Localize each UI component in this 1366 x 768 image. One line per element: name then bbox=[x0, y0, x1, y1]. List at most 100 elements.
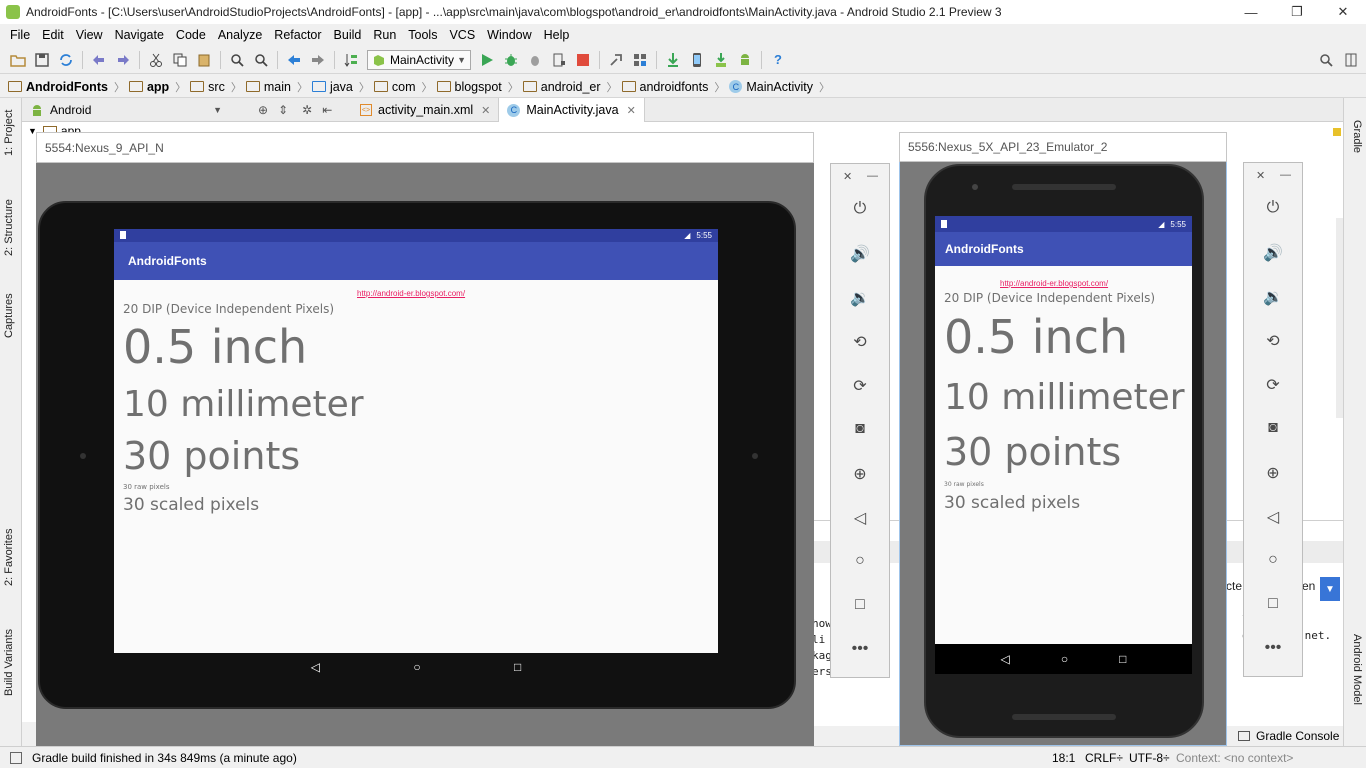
rotate-right-icon[interactable]: ⟳ bbox=[831, 376, 889, 396]
overview-icon[interactable]: □ bbox=[1244, 595, 1302, 613]
scroll-from-source-icon[interactable]: ⊕ bbox=[258, 103, 268, 117]
context-indicator[interactable]: Context: <no context> bbox=[1176, 751, 1293, 765]
menu-help[interactable]: Help bbox=[538, 28, 576, 42]
line-separator[interactable]: CRLF÷ bbox=[1085, 751, 1123, 765]
breadcrumb-item-main[interactable]: main 〉 bbox=[245, 79, 308, 95]
menu-build[interactable]: Build bbox=[328, 28, 368, 42]
menu-vcs[interactable]: VCS bbox=[443, 28, 481, 42]
breadcrumb-item-src[interactable]: src 〉 bbox=[190, 79, 242, 95]
overview-icon[interactable]: □ bbox=[514, 660, 521, 674]
menu-window[interactable]: Window bbox=[481, 28, 537, 42]
power-icon[interactable]: ⏻ bbox=[831, 200, 889, 218]
blog-link[interactable]: http://android-er.blogspot.com/ bbox=[1000, 279, 1108, 288]
run-icon[interactable] bbox=[478, 51, 496, 69]
tab-build-variants[interactable]: Build Variants bbox=[3, 629, 15, 696]
back-icon[interactable] bbox=[285, 51, 303, 69]
split-icon[interactable] bbox=[1342, 51, 1360, 69]
chevron-down-icon[interactable]: ▼ bbox=[1320, 577, 1340, 601]
rotate-left-icon[interactable]: ⟲ bbox=[1244, 331, 1302, 351]
breadcrumb-item-mainactivity[interactable]: C MainActivity 〉 bbox=[729, 79, 830, 95]
volume-up-icon[interactable]: 🔊 bbox=[1244, 243, 1302, 263]
breadcrumb-item-androidfonts[interactable]: AndroidFonts 〉 bbox=[8, 79, 125, 95]
open-icon[interactable] bbox=[9, 51, 27, 69]
blog-link[interactable]: http://android-er.blogspot.com/ bbox=[357, 289, 465, 298]
rotate-left-icon[interactable]: ⟲ bbox=[831, 332, 889, 352]
minimize-icon[interactable]: — bbox=[1280, 169, 1291, 181]
menu-file[interactable]: File bbox=[4, 28, 36, 42]
menu-view[interactable]: View bbox=[70, 28, 109, 42]
help-icon[interactable]: ? bbox=[769, 51, 787, 69]
menu-analyze[interactable]: Analyze bbox=[212, 28, 268, 42]
overview-icon[interactable]: □ bbox=[1119, 652, 1126, 666]
device-screen[interactable]: ◢ 5:55 AndroidFonts http://android-er.bl… bbox=[935, 216, 1192, 644]
paste-icon[interactable] bbox=[195, 51, 213, 69]
tab-android-model[interactable]: Android Model bbox=[1351, 634, 1363, 705]
debug-icon[interactable] bbox=[502, 51, 520, 69]
camera-icon[interactable]: ◙ bbox=[831, 420, 889, 438]
run-configuration-select[interactable]: MainActivity ▼ bbox=[367, 49, 471, 70]
cut-icon[interactable] bbox=[147, 51, 165, 69]
editor-scrollbar[interactable] bbox=[1336, 218, 1343, 418]
tab-gradle[interactable]: Gradle bbox=[1351, 120, 1363, 153]
make-project-icon[interactable] bbox=[342, 51, 360, 69]
emulator-window-title[interactable]: 5554:Nexus_9_API_N bbox=[36, 132, 814, 163]
tab-mainactivity-java[interactable]: C MainActivity.java ✕ bbox=[499, 98, 645, 122]
tab-project[interactable]: 1: Project bbox=[3, 110, 15, 156]
back-icon[interactable]: ◁ bbox=[1001, 652, 1010, 666]
search-everywhere-icon[interactable] bbox=[1317, 51, 1335, 69]
forward-icon[interactable] bbox=[309, 51, 327, 69]
project-structure-icon[interactable] bbox=[607, 51, 625, 69]
tab-activity-main-xml[interactable]: <> activity_main.xml ✕ bbox=[352, 98, 500, 122]
more-icon[interactable]: ••• bbox=[831, 640, 889, 658]
gradle-console-button[interactable]: Gradle Console bbox=[1226, 726, 1343, 746]
close-button[interactable]: ✕ bbox=[1320, 0, 1366, 24]
apply-changes-icon[interactable] bbox=[550, 51, 568, 69]
device-screen[interactable]: ◢ 5:55 AndroidFonts http://android-er.bl… bbox=[114, 229, 718, 653]
emulator-window-title[interactable]: 5556:Nexus_5X_API_23_Emulator_2 bbox=[899, 132, 1227, 162]
zoom-icon[interactable]: ⊕ bbox=[1244, 463, 1302, 483]
breadcrumb-item-java[interactable]: java 〉 bbox=[311, 79, 370, 95]
restore-button[interactable]: ❐ bbox=[1274, 0, 1320, 24]
back-icon[interactable]: ◁ bbox=[831, 508, 889, 528]
menu-refactor[interactable]: Refactor bbox=[268, 28, 327, 42]
undo-icon[interactable] bbox=[90, 51, 108, 69]
minimize-button[interactable]: — bbox=[1228, 0, 1274, 24]
back-icon[interactable]: ◁ bbox=[311, 660, 320, 674]
home-icon[interactable]: ○ bbox=[413, 660, 420, 674]
redo-icon[interactable] bbox=[114, 51, 132, 69]
menu-code[interactable]: Code bbox=[170, 28, 212, 42]
project-icon[interactable] bbox=[631, 51, 649, 69]
gear-icon[interactable]: ✲ bbox=[302, 103, 312, 117]
project-view-select[interactable]: Android ▼ bbox=[22, 100, 222, 120]
avd-manager-icon[interactable] bbox=[688, 51, 706, 69]
minimize-icon[interactable]: — bbox=[867, 170, 878, 182]
collapse-all-icon[interactable]: ⇕ bbox=[278, 103, 288, 117]
volume-down-icon[interactable]: 🔉 bbox=[1244, 287, 1302, 307]
breadcrumb-item-androidfonts-pkg[interactable]: androidfonts 〉 bbox=[621, 79, 725, 95]
close-icon[interactable]: ✕ bbox=[627, 104, 636, 117]
home-icon[interactable]: ○ bbox=[831, 552, 889, 570]
save-icon[interactable] bbox=[33, 51, 51, 69]
breadcrumb-item-blogspot[interactable]: blogspot 〉 bbox=[436, 79, 519, 95]
volume-down-icon[interactable]: 🔉 bbox=[831, 288, 889, 308]
camera-icon[interactable]: ◙ bbox=[1244, 419, 1302, 437]
tool-windows-icon[interactable] bbox=[10, 751, 22, 764]
menu-edit[interactable]: Edit bbox=[36, 28, 70, 42]
android-device-monitor-icon[interactable] bbox=[736, 51, 754, 69]
close-icon[interactable]: ✕ bbox=[1256, 169, 1265, 182]
tab-favorites[interactable]: 2: Favorites bbox=[3, 529, 15, 586]
close-icon[interactable]: ✕ bbox=[843, 170, 852, 183]
tab-structure[interactable]: 2: Structure bbox=[3, 199, 15, 256]
rotate-right-icon[interactable]: ⟳ bbox=[1244, 375, 1302, 395]
more-icon[interactable]: ••• bbox=[1244, 639, 1302, 657]
overview-icon[interactable]: □ bbox=[831, 596, 889, 614]
stop-icon[interactable] bbox=[574, 51, 592, 69]
file-encoding[interactable]: UTF-8÷ bbox=[1129, 751, 1170, 765]
menu-navigate[interactable]: Navigate bbox=[109, 28, 170, 42]
home-icon[interactable]: ○ bbox=[1244, 551, 1302, 569]
breadcrumb-item-app[interactable]: app 〉 bbox=[128, 79, 186, 95]
hide-icon[interactable]: ⇤ bbox=[322, 103, 332, 117]
sync-icon[interactable] bbox=[57, 51, 75, 69]
status-message[interactable]: Gradle build finished in 34s 849ms (a mi… bbox=[32, 751, 297, 765]
zoom-icon[interactable]: ⊕ bbox=[831, 464, 889, 484]
